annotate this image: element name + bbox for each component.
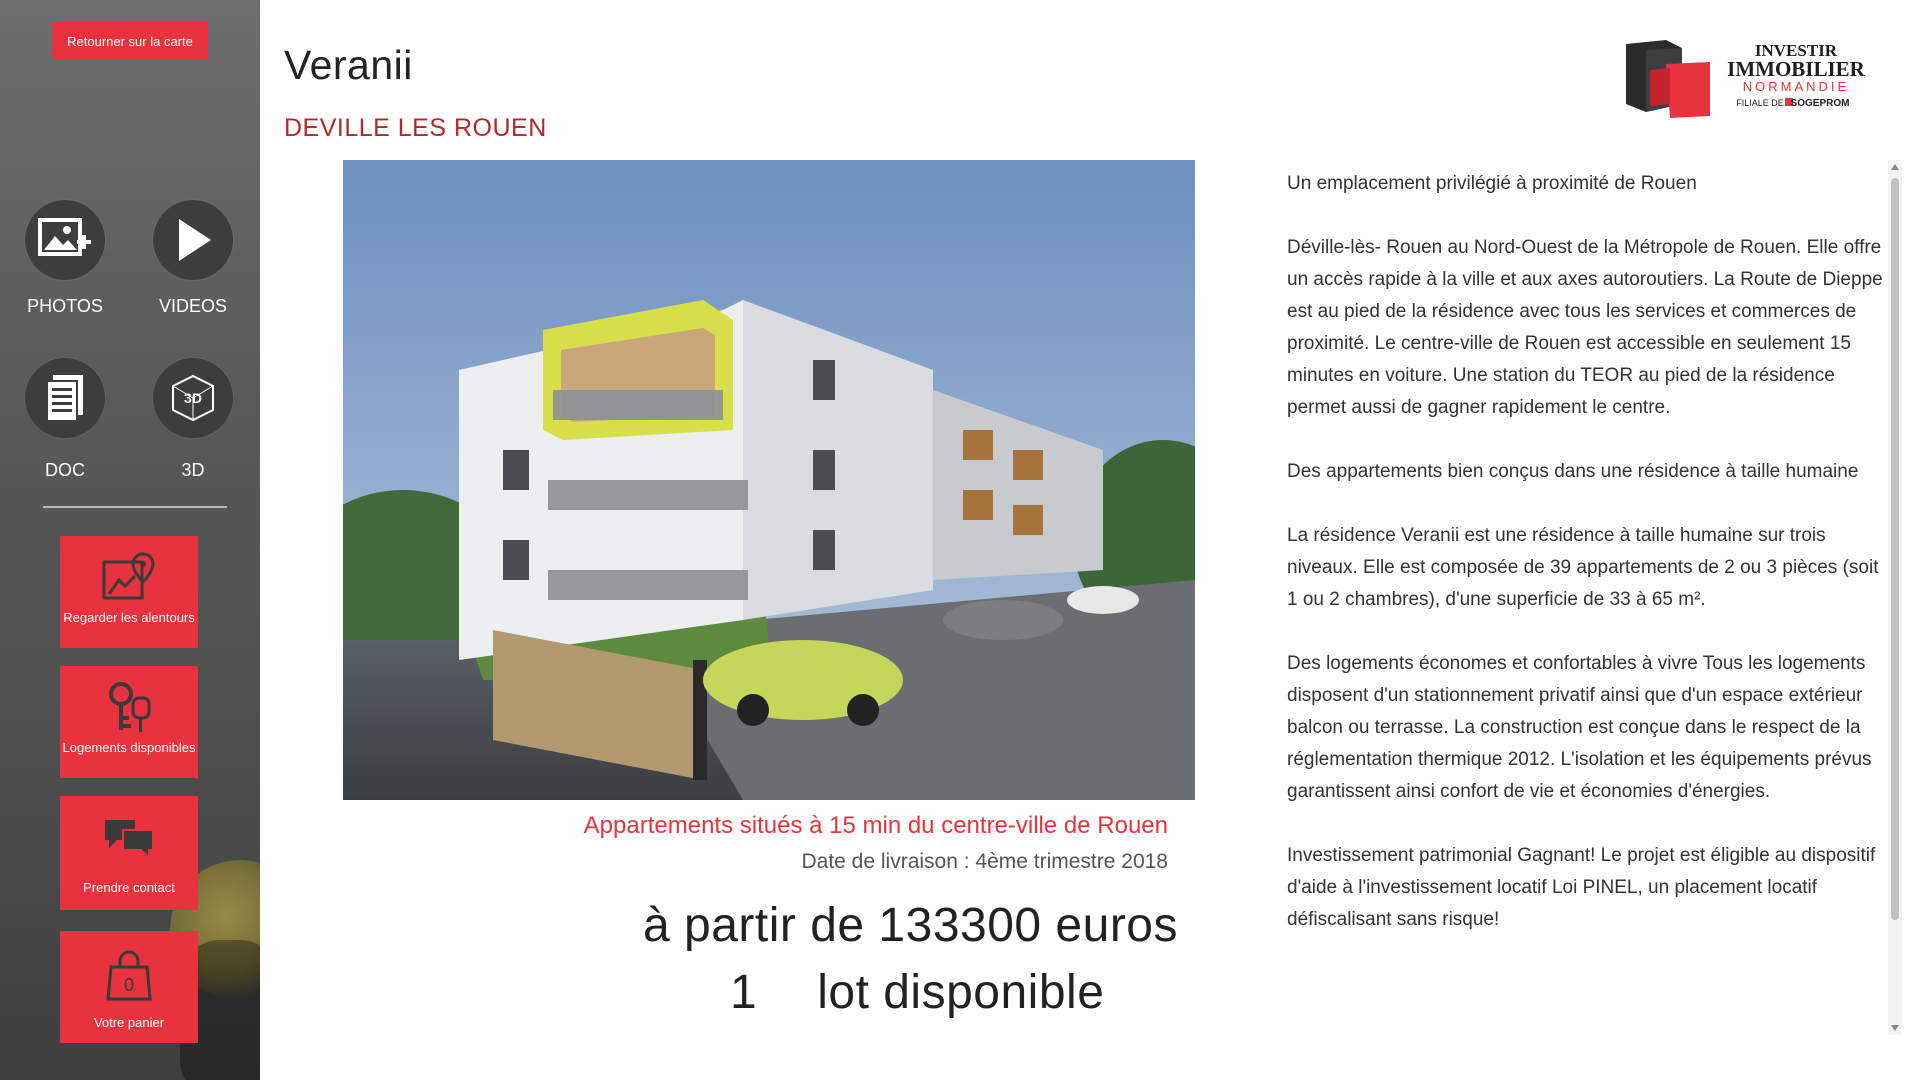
back-to-map-button[interactable]: Retourner sur la carte (52, 22, 208, 60)
page-title: Veranii (284, 42, 413, 88)
surroundings-label: Regarder les alentours (63, 610, 195, 625)
photos-label: PHOTOS (27, 296, 103, 316)
videos-label: VIDEOS (158, 296, 228, 316)
sidebar: Retourner sur la carte PHOTOS VIDEOS DOC (0, 0, 260, 1080)
desc-paragraph: La résidence Veranii est une résidence à… (1287, 525, 1879, 610)
basket-tile[interactable]: 0 Votre panier (60, 931, 198, 1043)
map-pin-icon (102, 552, 155, 600)
photos-button[interactable] (25, 200, 105, 280)
basket-label: Votre panier (93, 1015, 165, 1030)
doc-button[interactable] (25, 358, 105, 438)
logo-line2: IMMOBILIER (1727, 57, 1866, 81)
logo-line4-prefix: FILIALE DE (1736, 98, 1784, 108)
price: à partir de 133300 euros (642, 899, 1178, 952)
doc-label: DOC (45, 460, 85, 480)
svg-text:3D: 3D (184, 390, 202, 406)
surroundings-tile[interactable]: Regarder les alentours (60, 536, 198, 648)
3d-cube-icon: 3D (172, 374, 214, 422)
scroll-up-arrow[interactable] (1891, 164, 1899, 170)
contact-tile[interactable]: Prendre contact (60, 796, 198, 910)
svg-text:0: 0 (124, 975, 134, 995)
desc-paragraph: Un emplacement privilégié à proximité de… (1287, 173, 1697, 194)
available-units-label: Logements disponibles (62, 740, 196, 755)
desc-paragraph: Investissement patrimonial Gagnant! Le p… (1287, 845, 1876, 930)
document-icon (46, 375, 83, 422)
available-units-tile[interactable]: Logements disponibles (60, 666, 198, 778)
logo-graphic: INVESTIR IMMOBILIER NORMANDIE FILIALE DE… (1626, 40, 1866, 118)
lots-label: lot disponible (817, 966, 1105, 1019)
keys-icon (109, 682, 151, 732)
add-photo-icon (38, 218, 91, 256)
scroll-down-arrow[interactable] (1891, 1025, 1899, 1031)
desc-paragraph: Des logements économes et confortables à… (1287, 653, 1872, 802)
logo-line4-brand: SOGEPROM (1791, 98, 1850, 109)
company-logo: INVESTIR IMMOBILIER NORMANDIE FILIALE DE… (1610, 34, 1890, 124)
contact-label: Prendre contact (83, 880, 175, 895)
sidebar-divider (43, 506, 227, 508)
scroll-thumb[interactable] (1891, 178, 1899, 920)
3d-label: 3D (181, 460, 205, 480)
desc-paragraph: Des appartements bien conçus dans une ré… (1287, 461, 1859, 482)
description-scrollbar[interactable] (1888, 160, 1902, 1035)
chat-icon (105, 820, 154, 861)
city-name: DEVILLE LES ROUEN (284, 114, 547, 142)
lots-available: 1 lot disponible (730, 965, 1104, 1020)
basket-icon: 0 (106, 950, 152, 1001)
videos-button[interactable] (153, 200, 233, 280)
delivery-date: Date de livraison : 4ème trimestre 2018 (801, 850, 1168, 873)
location-caption: Appartements situés à 15 min du centre-v… (583, 812, 1168, 839)
desc-paragraph: Déville-lès- Rouen au Nord-Ouest de la M… (1287, 237, 1883, 418)
description: Un emplacement privilégié à proximité de… (1287, 168, 1887, 1048)
play-icon (179, 219, 211, 261)
lots-count: 1 (730, 966, 758, 1019)
residence-render-image[interactable] (343, 160, 1195, 800)
logo-line3: NORMANDIE (1743, 79, 1849, 94)
3d-button[interactable]: 3D (153, 358, 233, 438)
